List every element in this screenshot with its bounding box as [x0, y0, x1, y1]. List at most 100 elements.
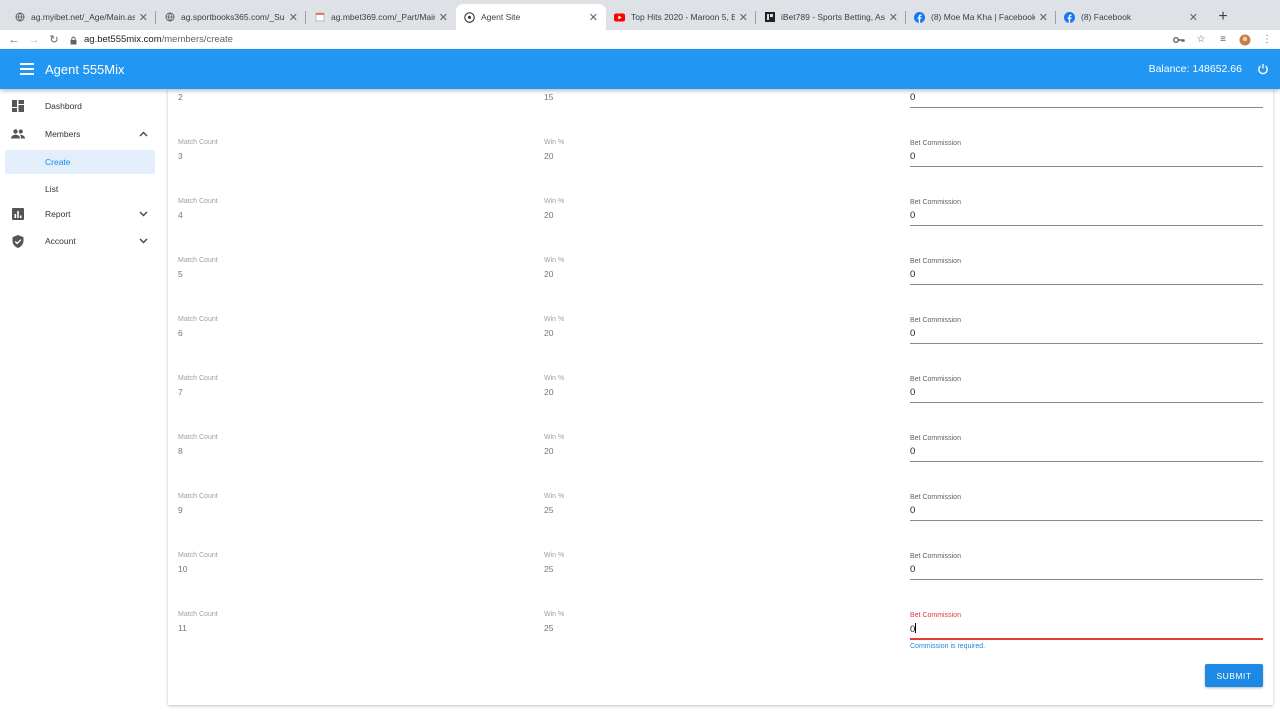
bet-commission-input[interactable]: 0 — [910, 92, 915, 103]
text-caret — [915, 623, 917, 633]
bet-commission-input[interactable]: 0 — [910, 387, 915, 398]
input-underline — [910, 166, 1263, 167]
extension-icon[interactable] — [1238, 33, 1252, 47]
reload-icon[interactable]: ↻ — [44, 30, 64, 49]
bet-commission-label: Bet Commission — [910, 140, 961, 147]
sidebar-item-account[interactable]: Account — [5, 229, 155, 253]
bet-commission-label: Bet Commission — [910, 494, 961, 501]
win-percent-label: Win % — [544, 198, 565, 205]
tab-title: ag.sportbooks365.com/_SubAg — [181, 12, 285, 22]
bet-commission-input[interactable]: 0 — [910, 505, 915, 516]
match-count-value: 7 — [178, 387, 183, 397]
sidebar-item-report[interactable]: Report — [5, 202, 155, 226]
key-icon[interactable] — [1172, 33, 1186, 47]
back-arrow-icon[interactable]: ← — [4, 30, 24, 49]
star-icon[interactable]: ☆ — [1194, 33, 1208, 47]
close-icon[interactable]: ✕ — [439, 11, 448, 24]
bet-commission-input-focused[interactable]: 0 — [910, 623, 917, 635]
sidebar-item-label: Dashbord — [45, 101, 82, 111]
win-percent-label: Win % — [544, 316, 565, 323]
more-vert-icon[interactable]: ⋮ — [1260, 33, 1274, 47]
match-count-label: Match Count — [178, 198, 218, 205]
browser-tab-strip: ag.myibet.net/_Age/Main.aspx? ✕ ag.sport… — [0, 0, 1280, 30]
facebook-icon — [1064, 11, 1075, 23]
bet-commission-label: Bet Commission — [910, 376, 961, 383]
match-count-value: 4 — [178, 210, 183, 220]
soccer-ball-icon — [464, 11, 475, 23]
browser-tab[interactable]: (8) Facebook ✕ — [1056, 4, 1206, 30]
match-count-value: 11 — [178, 623, 187, 633]
win-percent-value: 25 — [544, 623, 554, 633]
bet-commission-input[interactable]: 0 — [910, 210, 915, 221]
sidebar-item-dashboard[interactable]: Dashbord — [5, 94, 155, 118]
close-icon[interactable]: ✕ — [1189, 11, 1198, 24]
win-percent-label: Win % — [544, 552, 565, 559]
sidebar-item-create[interactable]: Create — [5, 150, 155, 174]
tab-title: Agent Site — [481, 12, 521, 22]
browser-tab[interactable]: iBet789 - Sports Betting, Asian ✕ — [756, 4, 906, 30]
address-bar: ← → ↻ ag.bet555mix.com/members/create ☆ … — [0, 30, 1280, 49]
match-count-value: 10 — [178, 564, 188, 574]
dashboard-icon — [11, 99, 25, 113]
match-count-value: 5 — [178, 269, 183, 279]
input-underline — [910, 461, 1263, 462]
ibet-icon — [764, 12, 775, 23]
close-icon[interactable]: ✕ — [889, 11, 898, 24]
power-icon[interactable] — [1256, 62, 1270, 76]
browser-tab[interactable]: ag.mbet369.com/_Part/Main.as ✕ — [306, 4, 456, 30]
win-percent-value: 25 — [544, 505, 554, 515]
member-create-form: 2 15 0 Match Count 3 Win % 20 Bet Commis… — [168, 89, 1273, 705]
bet-commission-input[interactable]: 0 — [910, 269, 915, 280]
sidebar-item-members[interactable]: Members — [5, 122, 155, 146]
close-icon[interactable]: ✕ — [739, 11, 748, 24]
bet-commission-input[interactable]: 0 — [910, 564, 915, 575]
sidebar-item-list[interactable]: List — [5, 177, 155, 201]
reading-list-icon[interactable]: ≡ — [1216, 33, 1230, 47]
url-host: ag.bet555mix.com — [84, 34, 162, 45]
input-underline — [910, 107, 1263, 108]
close-icon[interactable]: ✕ — [1039, 11, 1048, 24]
match-count-value: 3 — [178, 151, 183, 161]
submit-button[interactable]: SUBMIT — [1205, 664, 1263, 687]
commission-row-focused: Match Count 11 Win % 25 Bet Commission 0… — [168, 611, 1273, 651]
input-underline-error — [910, 638, 1263, 640]
browser-tab[interactable]: Top Hits 2020 - Maroon 5, Ed S ✕ — [606, 4, 756, 30]
browser-tab-active[interactable]: Agent Site ✕ — [456, 4, 606, 30]
win-percent-value: 25 — [544, 564, 554, 574]
bet-commission-input[interactable]: 0 — [910, 151, 915, 162]
win-percent-value: 15 — [544, 92, 554, 102]
sidebar: Dashbord Members Create List Report Acco… — [0, 89, 161, 720]
chevron-down-icon — [139, 236, 148, 246]
win-percent-value: 20 — [544, 151, 554, 161]
close-icon[interactable]: ✕ — [589, 11, 598, 24]
bet-commission-input[interactable]: 0 — [910, 328, 915, 339]
browser-tab[interactable]: (8) Moe Ma Kha | Facebook ✕ — [906, 4, 1056, 30]
commission-row: Match Count 9 Win % 25 Bet Commission 0 — [168, 493, 1273, 533]
browser-tab[interactable]: ag.sportbooks365.com/_SubAg ✕ — [156, 4, 306, 30]
close-icon[interactable]: ✕ — [289, 11, 298, 24]
input-underline — [910, 579, 1263, 580]
forward-arrow-icon[interactable]: → — [24, 30, 44, 49]
balance-display: Balance: 148652.66 — [1148, 63, 1242, 75]
hamburger-menu-icon[interactable] — [14, 56, 40, 82]
match-count-label: Match Count — [178, 316, 218, 323]
commission-row: Match Count 6 Win % 20 Bet Commission 0 — [168, 316, 1273, 356]
input-underline — [910, 225, 1263, 226]
tab-title: Top Hits 2020 - Maroon 5, Ed S — [631, 12, 735, 22]
match-count-label: Match Count — [178, 375, 218, 382]
commission-row: Match Count 3 Win % 20 Bet Commission 0 — [168, 139, 1273, 179]
close-icon[interactable]: ✕ — [139, 11, 148, 24]
sidebar-item-label: Create — [45, 157, 71, 167]
tab-title: (8) Facebook — [1081, 12, 1132, 22]
sidebar-item-label: Report — [45, 209, 71, 219]
win-percent-label: Win % — [544, 493, 565, 500]
input-underline — [910, 520, 1263, 521]
sidebar-item-label: List — [45, 184, 59, 194]
match-count-label: Match Count — [178, 139, 218, 146]
browser-tab[interactable]: ag.myibet.net/_Age/Main.aspx? ✕ — [6, 4, 156, 30]
people-icon — [11, 127, 25, 141]
url-field[interactable]: ag.bet555mix.com/members/create — [70, 34, 233, 45]
bet-commission-input[interactable]: 0 — [910, 446, 915, 457]
input-underline — [910, 343, 1263, 344]
new-tab-button[interactable]: + — [1210, 4, 1236, 30]
